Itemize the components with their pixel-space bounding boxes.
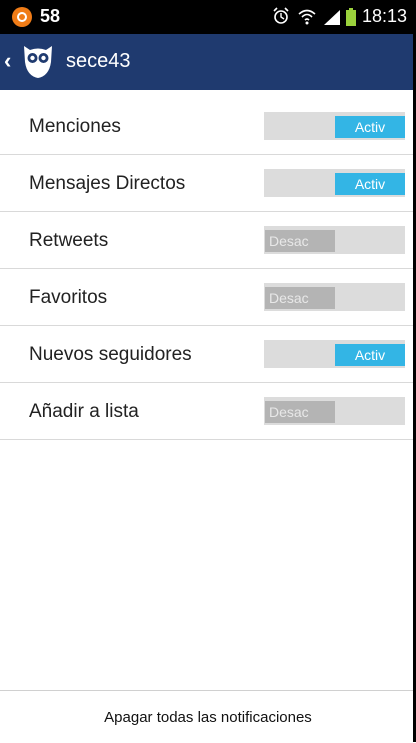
clock: 18:13 bbox=[362, 6, 408, 26]
status-bar: 58 18:13 bbox=[0, 0, 416, 34]
app-bar: ‹ sece43 bbox=[0, 34, 416, 90]
chevron-left-icon[interactable]: ‹ bbox=[4, 50, 11, 72]
setting-label: Favoritos bbox=[29, 287, 108, 308]
notification-settings-list: Menciones Activ Mensajes Directos Activ … bbox=[0, 98, 416, 440]
wifi-icon bbox=[298, 9, 316, 25]
setting-row-menciones: Menciones Activ bbox=[0, 98, 416, 155]
disable-all-notifications-button[interactable]: Apagar todas las notificaciones bbox=[0, 709, 416, 726]
notification-count: 58 bbox=[40, 6, 61, 26]
toggle-thumb: Activ bbox=[335, 116, 405, 138]
toggle-thumb: Desac bbox=[265, 287, 335, 309]
setting-row-anadir-a-lista: Añadir a lista Desac bbox=[0, 383, 416, 440]
setting-row-favoritos: Favoritos Desac bbox=[0, 269, 416, 326]
setting-row-retweets: Retweets Desac bbox=[0, 212, 416, 269]
setting-label: Añadir a lista bbox=[29, 401, 139, 422]
setting-label: Retweets bbox=[29, 230, 109, 251]
footer-bar: Apagar todas las notificaciones bbox=[0, 690, 416, 743]
toggle-thumb: Desac bbox=[265, 230, 335, 252]
account-title: sece43 bbox=[66, 50, 131, 72]
toggle-switch[interactable]: Activ bbox=[264, 112, 405, 140]
setting-row-mensajes-directos: Mensajes Directos Activ bbox=[0, 155, 416, 212]
toggle-thumb: Desac bbox=[265, 401, 335, 423]
owl-icon[interactable] bbox=[20, 42, 56, 80]
toggle-thumb: Activ bbox=[335, 173, 405, 195]
alarm-icon bbox=[273, 7, 289, 24]
battery-icon bbox=[346, 8, 356, 26]
toggle-switch[interactable]: Desac bbox=[264, 397, 405, 425]
setting-label: Mensajes Directos bbox=[29, 173, 186, 194]
setting-label: Nuevos seguidores bbox=[29, 344, 192, 365]
setting-label: Menciones bbox=[29, 116, 121, 137]
notification-icon bbox=[12, 7, 32, 27]
toggle-thumb: Activ bbox=[335, 344, 405, 366]
signal-icon bbox=[324, 10, 340, 25]
toggle-switch[interactable]: Activ bbox=[264, 340, 405, 368]
toggle-switch[interactable]: Desac bbox=[264, 226, 405, 254]
toggle-switch[interactable]: Desac bbox=[264, 283, 405, 311]
toggle-switch[interactable]: Activ bbox=[264, 169, 405, 197]
setting-row-nuevos-seguidores: Nuevos seguidores Activ bbox=[0, 326, 416, 383]
